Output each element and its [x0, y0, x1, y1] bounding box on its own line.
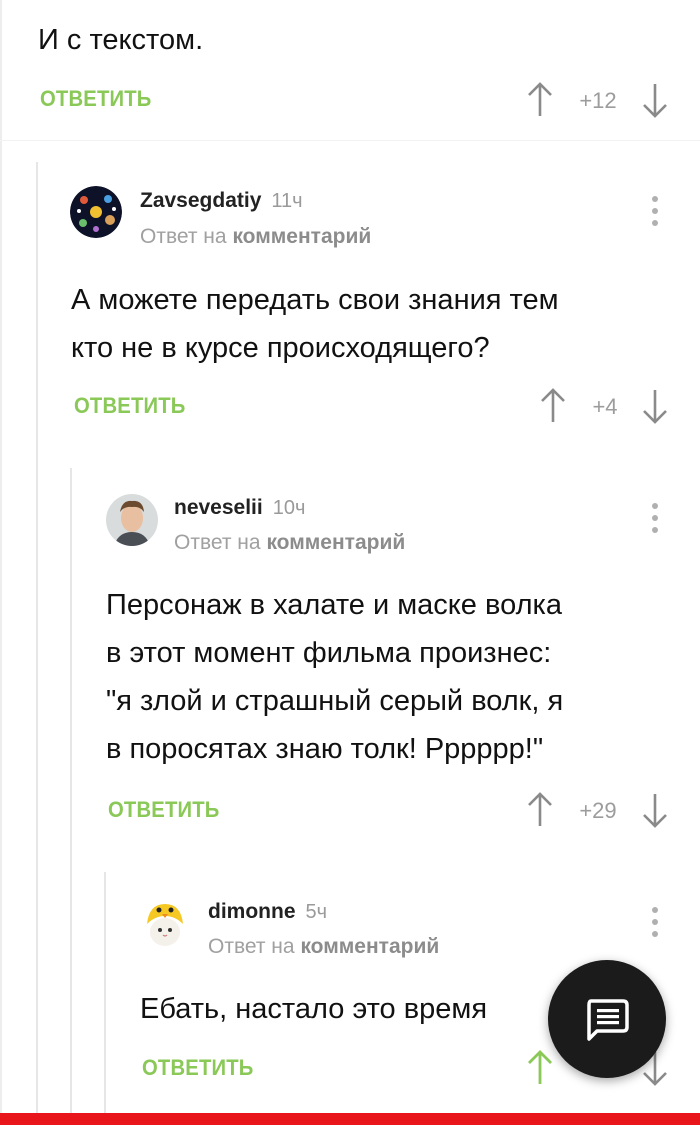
comment-text-line: кто не в курсе происходящего?	[71, 332, 490, 364]
comment-header: neveselii 10ч	[174, 496, 305, 520]
reply-to-prefix: Ответ на	[208, 935, 295, 958]
comment-header: Zavsegdatiy 11ч	[140, 189, 303, 213]
comment-text-line: в поросятах знаю толк! Рррррр!"	[106, 733, 544, 765]
comment-text-line: А можете передать свои знания тем	[71, 284, 559, 316]
comment-score: +12	[579, 88, 617, 113]
arrow-up-icon[interactable]	[525, 1048, 555, 1088]
arrow-down-icon[interactable]	[640, 80, 670, 120]
comment-score: +4	[592, 394, 618, 419]
comment-time: 10ч	[272, 497, 306, 519]
comment-time: 11ч	[271, 190, 303, 212]
thread-line	[70, 468, 72, 1113]
reply-to-link[interactable]: комментарий	[232, 225, 371, 248]
reply-button[interactable]: ОТВЕТИТЬ	[142, 1055, 254, 1081]
comment-text-line: "я злой и страшный серый волк, я	[106, 685, 564, 717]
arrow-up-icon[interactable]	[525, 790, 555, 830]
reply-button[interactable]: ОТВЕТИТЬ	[108, 797, 220, 823]
separator	[0, 140, 700, 141]
comment-text: И с текстом.	[38, 24, 204, 56]
bottom-bar	[0, 1113, 700, 1125]
comment-text-line: Персонаж в халате и маске волка	[106, 589, 562, 621]
more-vertical-icon[interactable]	[652, 502, 658, 534]
arrow-down-icon[interactable]	[640, 790, 670, 830]
more-vertical-icon[interactable]	[652, 195, 658, 227]
comment-time: 5ч	[305, 901, 328, 923]
comment-text: Персонаж в халате и маске волка в этот м…	[106, 581, 563, 773]
comment-text: Ебать, настало это время	[140, 985, 487, 1033]
reply-to-line: Ответ на комментарий	[140, 225, 371, 249]
reply-to-line: Ответ на комментарий	[208, 935, 439, 959]
reply-button[interactable]: ОТВЕТИТЬ	[74, 393, 186, 419]
username[interactable]: neveselii	[174, 496, 263, 519]
more-vertical-icon[interactable]	[652, 906, 658, 938]
avatar[interactable]	[70, 186, 122, 238]
comment-text: А можете передать свои знания тем кто не…	[71, 276, 559, 372]
username[interactable]: dimonne	[208, 900, 296, 923]
comment-header: dimonne 5ч	[208, 900, 327, 924]
reply-to-prefix: Ответ на	[140, 225, 227, 248]
reply-to-link[interactable]: комментарий	[266, 531, 405, 554]
comment-text-line: Ебать, настало это время	[140, 993, 488, 1025]
avatar[interactable]	[139, 898, 191, 950]
thread-line	[36, 162, 38, 1113]
comment-text-line: в этот момент фильма произнес:	[106, 637, 552, 669]
reply-button[interactable]: ОТВЕТИТЬ	[40, 86, 152, 112]
reply-to-prefix: Ответ на	[174, 531, 261, 554]
avatar[interactable]	[106, 494, 158, 546]
arrow-down-icon[interactable]	[640, 386, 670, 426]
reply-to-line: Ответ на комментарий	[174, 531, 405, 555]
thread-line	[104, 872, 106, 1113]
username[interactable]: Zavsegdatiy	[140, 189, 261, 212]
arrow-up-icon[interactable]	[538, 386, 568, 426]
thread-line-root	[0, 0, 2, 1113]
comment-icon	[587, 999, 629, 1041]
arrow-up-icon[interactable]	[525, 80, 555, 120]
comment-score: +29	[579, 798, 617, 823]
comment-fab[interactable]	[548, 960, 666, 1078]
reply-to-link[interactable]: комментарий	[300, 935, 439, 958]
